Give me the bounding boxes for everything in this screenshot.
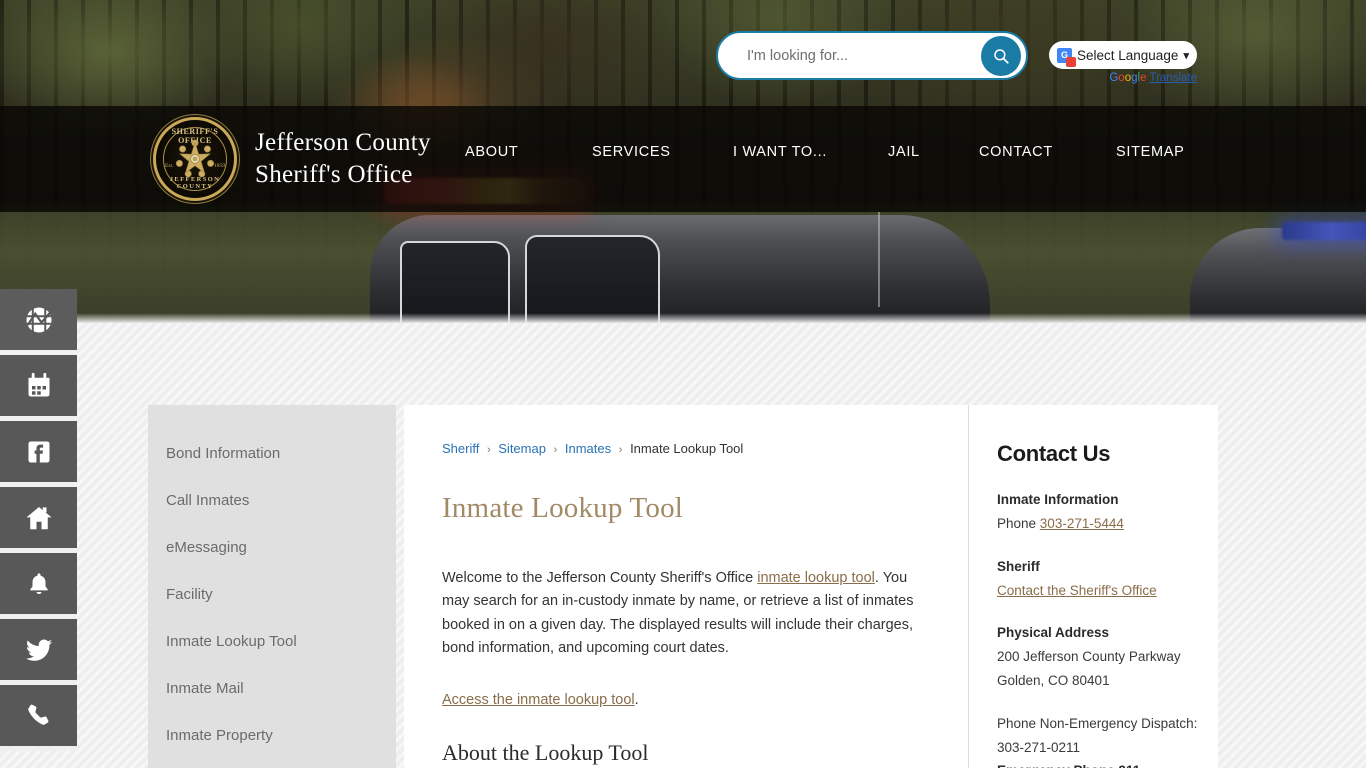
google-translate-icon: G <box>1057 47 1076 67</box>
contact-the-sheriffs-office-link[interactable]: Contact the Sheriff's Office <box>997 583 1157 598</box>
patrol-car-antenna <box>878 212 880 307</box>
powered-by-google-translate: Google Translate <box>1049 72 1197 84</box>
social-rail-item-facebook[interactable] <box>0 421 77 487</box>
contact-label-physical-address: Physical Address <box>997 625 1110 641</box>
page-title: Inmate Lookup Tool <box>442 492 684 524</box>
contact-block-dispatch: Phone Non-Emergency Dispatch: 303-271-02… <box>997 712 1198 768</box>
subnav-item-inmate-mail[interactable]: Inmate Mail <box>148 665 396 712</box>
search-icon <box>994 48 1009 64</box>
inmate-information-phone-link[interactable]: 303-271-5444 <box>1040 516 1124 531</box>
patrol-car-lightbar-blue <box>1282 222 1366 240</box>
badge-year-label: 1859 <box>214 163 225 169</box>
access-inmate-lookup-tool-link[interactable]: Access the inmate lookup tool <box>442 692 635 708</box>
main-panel: Sheriff › Sitemap › Inmates › Inmate Loo… <box>404 405 1218 768</box>
badge-est-label: Est. <box>165 163 174 169</box>
emergency-phone-label: Emergency Phone 911 <box>997 760 1198 768</box>
breadcrumb-item-inmates[interactable]: Inmates <box>565 441 611 456</box>
subnav-item-call-inmates[interactable]: Call Inmates <box>148 477 396 524</box>
social-rail-item-notify[interactable] <box>0 553 77 619</box>
contact-label-sheriff: Sheriff <box>997 558 1040 574</box>
google-wordmark: Google <box>1109 72 1147 84</box>
breadcrumb: Sheriff › Sitemap › Inmates › Inmate Loo… <box>442 441 924 456</box>
breadcrumb-item-sitemap[interactable]: Sitemap <box>498 441 546 456</box>
access-link-paragraph: Access the inmate lookup tool. <box>442 689 924 712</box>
sheriff-badge-logo: SHERIFF'S OFFICE Est. 1859 JEFFERSON COU <box>153 117 237 201</box>
twitter-icon <box>25 638 52 661</box>
access-link-period: . <box>634 691 639 708</box>
brand-text: Jefferson County Sheriff's Office <box>255 127 431 191</box>
inmate-lookup-tool-link[interactable]: inmate lookup tool <box>757 570 875 586</box>
nav-item-jail[interactable]: JAIL <box>888 138 920 166</box>
contact-block-inmate-information: Inmate Information Phone 303-271-5444 <box>997 489 1198 536</box>
site-brand[interactable]: SHERIFF'S OFFICE Est. 1859 JEFFERSON COU <box>153 117 431 201</box>
section-heading-about-lookup-tool: About the Lookup Tool <box>442 740 649 766</box>
subnav-item-emessaging[interactable]: eMessaging <box>148 524 396 571</box>
sheriff-star-icon <box>175 139 215 178</box>
car-window-front <box>525 235 660 323</box>
intro-paragraph: Welcome to the Jefferson County Sheriff'… <box>442 567 924 661</box>
section-subnav: Bond Information Call Inmates eMessaging… <box>148 405 396 768</box>
address-street: 200 Jefferson County Parkway <box>997 649 1181 665</box>
contact-inmate-phone-line: Phone 303-271-5444 <box>997 512 1198 536</box>
address-city-state-zip: Golden, CO 80401 <box>997 672 1110 688</box>
social-rail-item-phone[interactable] <box>0 685 77 751</box>
contact-title: Contact Us <box>997 441 1111 466</box>
google-translate-widget: G Select Language ▾ Google Translate <box>1049 41 1197 84</box>
breadcrumb-separator: › <box>486 444 491 456</box>
social-rail-item-calendar[interactable] <box>0 355 77 421</box>
contact-sheriff-line: Contact the Sheriff's Office <box>997 579 1198 603</box>
home-icon <box>26 506 51 529</box>
contact-block-physical-address: Physical Address 200 Jefferson County Pa… <box>997 622 1198 692</box>
dispatch-phone: 303-271-0211 <box>997 739 1081 755</box>
search-input[interactable] <box>718 47 981 64</box>
hero-bottom-fade <box>0 313 1366 323</box>
brand-line-1: Jefferson County <box>255 129 431 156</box>
badge-arc-bottom-text: JEFFERSON COUNTY <box>169 176 221 190</box>
subnav-item-bond-information[interactable]: Bond Information <box>148 430 396 477</box>
breadcrumb-item-sheriff[interactable]: Sheriff <box>442 441 479 456</box>
chevron-down-icon: ▾ <box>1183 49 1189 62</box>
subnav-item-inmate-property[interactable]: Inmate Property <box>148 712 396 759</box>
phone-icon <box>28 704 49 725</box>
nav-item-i-want-to[interactable]: I WANT TO... <box>733 138 827 166</box>
brand-line-2: Sheriff's Office <box>255 161 413 188</box>
subnav-item-facility[interactable]: Facility <box>148 571 396 618</box>
search-submit-button[interactable] <box>981 35 1021 76</box>
breadcrumb-item-current: Inmate Lookup Tool <box>630 441 744 456</box>
breadcrumb-separator: › <box>553 444 558 456</box>
language-select-label: Select Language <box>1077 47 1179 63</box>
dispatch-label: Phone Non-Emergency Dispatch: <box>997 716 1198 732</box>
nav-item-services[interactable]: SERVICES <box>592 138 671 166</box>
social-rail-item-home[interactable] <box>0 487 77 553</box>
nav-item-contact[interactable]: CONTACT <box>979 138 1053 166</box>
nav-item-about[interactable]: ABOUT <box>465 138 518 166</box>
nav-item-sitemap[interactable]: SITEMAP <box>1116 138 1185 166</box>
contact-label-inmate-information: Inmate Information <box>997 492 1119 507</box>
site-search <box>716 31 1028 80</box>
patrol-car-primary <box>370 215 990 323</box>
car-window-rear <box>400 241 510 323</box>
patrol-car-secondary <box>1190 228 1366 323</box>
translate-link[interactable]: Translate <box>1149 72 1197 84</box>
facebook-icon <box>28 441 49 462</box>
calendar-icon <box>28 372 49 396</box>
social-rail-item-map[interactable] <box>0 289 77 355</box>
language-select[interactable]: G Select Language ▾ <box>1049 41 1197 69</box>
breadcrumb-separator: › <box>618 444 623 456</box>
social-rail <box>0 289 77 751</box>
phone-prefix-label: Phone <box>997 515 1040 531</box>
contact-sidebar: Contact Us Inmate Information Phone 303-… <box>968 405 1218 768</box>
contact-block-sheriff: Sheriff Contact the Sheriff's Office <box>997 556 1198 603</box>
map-icon <box>26 307 51 332</box>
article: Sheriff › Sitemap › Inmates › Inmate Loo… <box>404 405 968 768</box>
subnav-item-inmate-lookup-tool[interactable]: Inmate Lookup Tool <box>148 618 396 665</box>
bell-icon <box>29 572 48 594</box>
social-rail-item-twitter[interactable] <box>0 619 77 685</box>
intro-paragraph-part1: Welcome to the Jefferson County Sheriff'… <box>442 570 758 586</box>
content-area: Bond Information Call Inmates eMessaging… <box>148 405 1218 768</box>
